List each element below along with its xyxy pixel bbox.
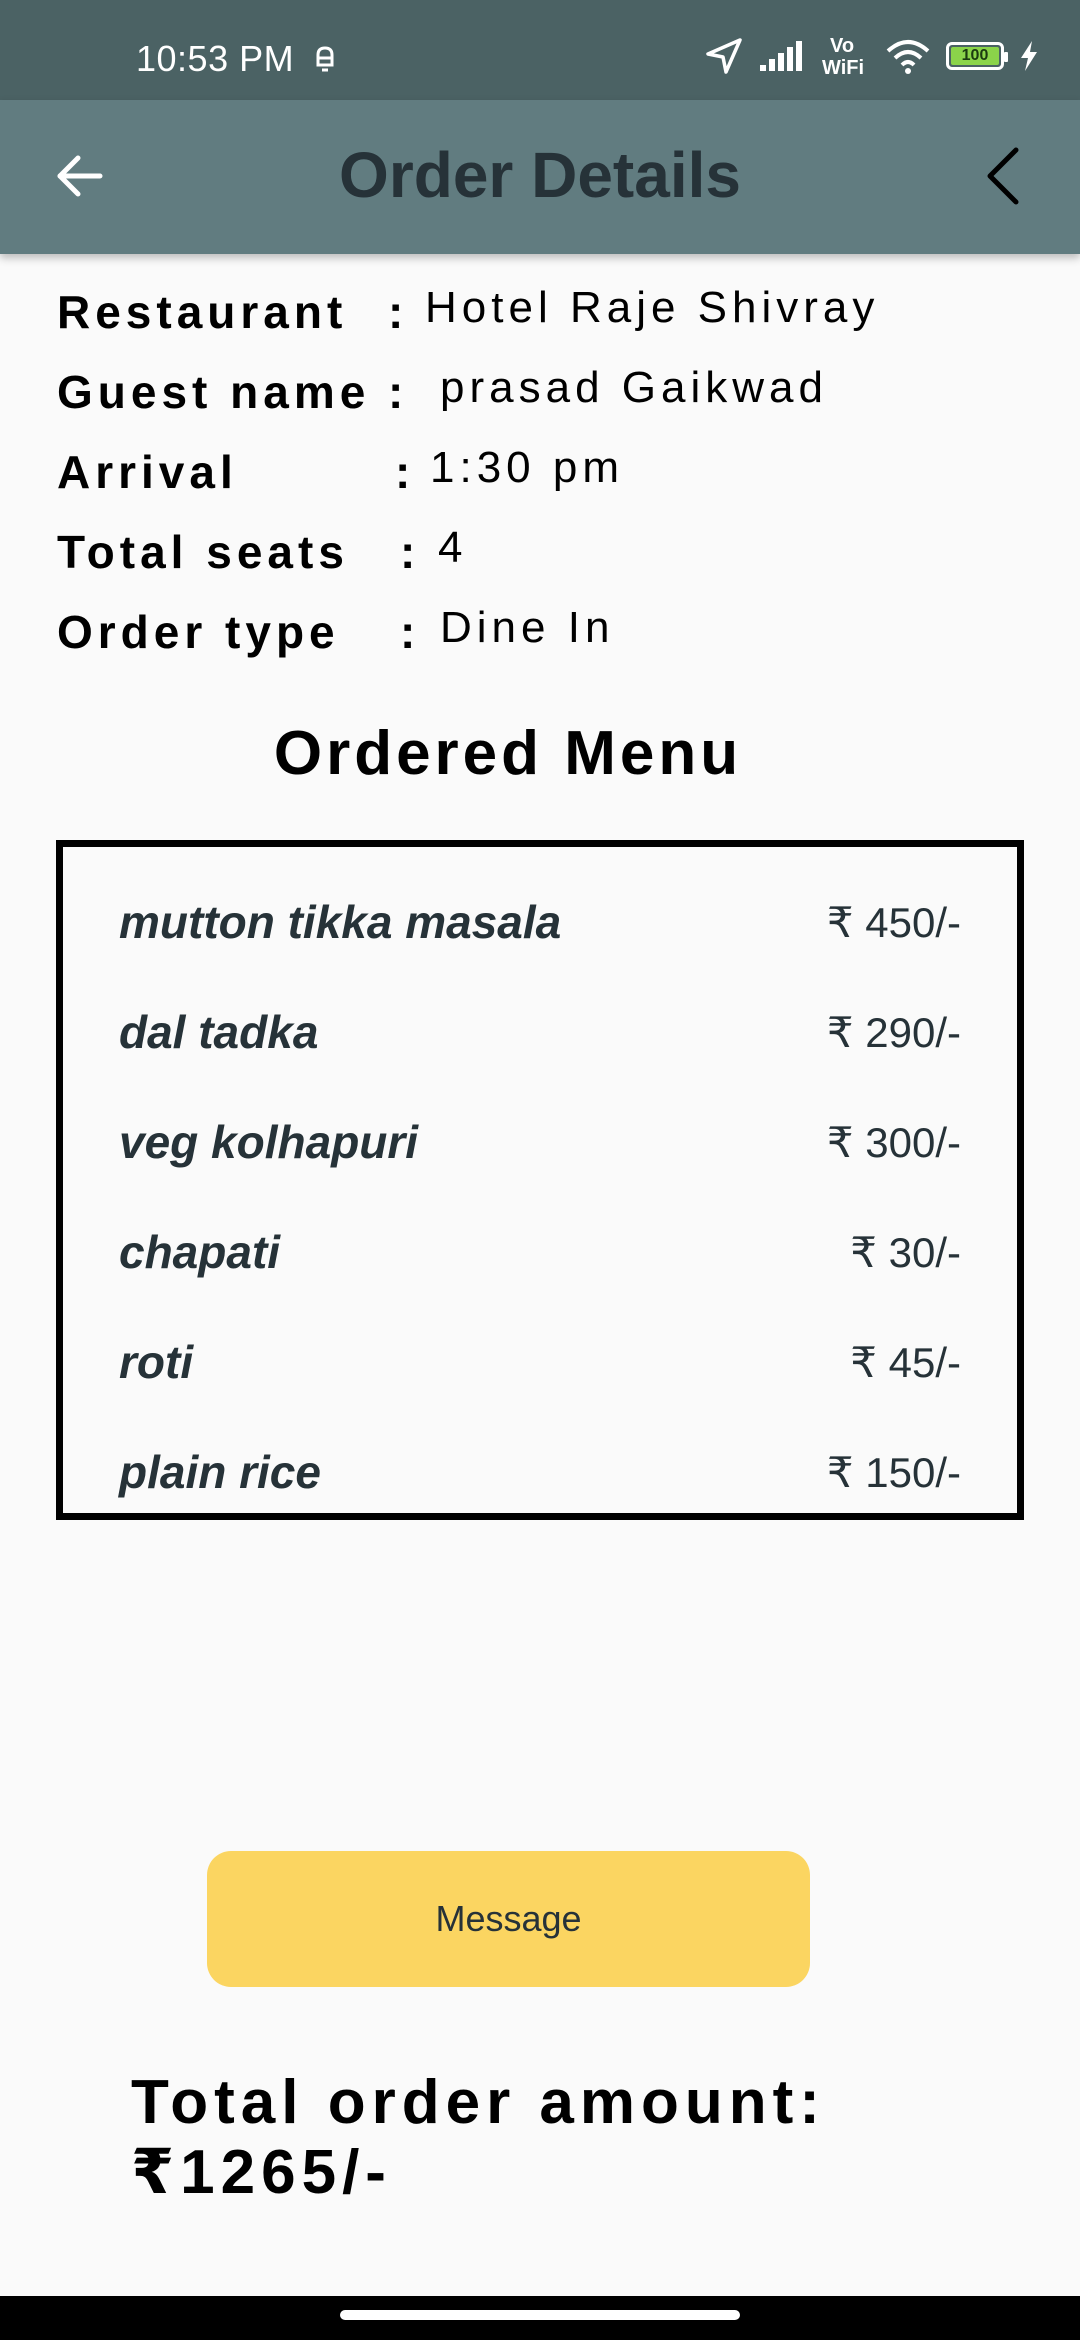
app-bar: Order Details <box>0 100 1080 254</box>
detail-separator: : <box>388 366 404 418</box>
chevron-back-button[interactable] <box>968 140 1040 212</box>
chevron-left-icon <box>987 147 1019 205</box>
status-icons: Vo WiFi 100 <box>704 34 1040 78</box>
menu-item-name: chapati <box>119 1226 281 1278</box>
status-time: 10:53 PM <box>136 38 295 79</box>
svg-text:WiFi: WiFi <box>822 57 864 78</box>
menu-item-price: ₹ 290/- <box>826 1008 961 1056</box>
status-bar: 10:53 PM Vo WiFi 100 <box>0 0 1080 100</box>
detail-value: Hotel Raje Shivray <box>425 283 880 332</box>
menu-item: roti ₹ 45/- <box>119 1327 961 1397</box>
system-nav-bar <box>0 2296 1080 2340</box>
detail-label: Guest name <box>57 366 371 418</box>
ordered-menu-list: mutton tikka masala ₹ 450/- dal tadka ₹ … <box>56 840 1024 1520</box>
detail-separator: : <box>395 446 411 498</box>
menu-item-name: veg kolhapuri <box>119 1116 419 1168</box>
menu-item-price: ₹ 450/- <box>826 898 961 946</box>
message-button[interactable]: Message <box>207 1851 810 1987</box>
detail-label: Restaurant <box>57 286 348 338</box>
menu-item: veg kolhapuri ₹ 300/- <box>119 1107 961 1177</box>
vowifi-icon: Vo WiFi <box>822 35 864 78</box>
menu-item-name: dal tadka <box>119 1006 319 1058</box>
menu-item-name: roti <box>119 1336 194 1388</box>
menu-item: plain rice ₹ 150/- <box>119 1437 961 1507</box>
battery-icon: 100 <box>946 42 1008 70</box>
menu-item-price: ₹ 150/- <box>826 1448 961 1496</box>
total-amount: ₹1265/- <box>131 2138 392 2207</box>
detail-value: Dine In <box>440 603 615 652</box>
total-label: Total order amount: <box>131 2068 826 2137</box>
menu-item: mutton tikka masala ₹ 450/- <box>119 887 961 957</box>
menu-item-price: ₹ 300/- <box>826 1118 961 1166</box>
detail-separator: : <box>400 606 416 658</box>
detail-value: 1:30 pm <box>430 443 624 492</box>
menu-item-price: ₹ 30/- <box>850 1228 961 1276</box>
lightning-icon <box>1021 41 1037 71</box>
menu-item-price: ₹ 45/- <box>850 1338 961 1386</box>
menu-item-name: plain rice <box>119 1446 321 1498</box>
detail-label: Order type <box>57 606 340 658</box>
menu-item-name: mutton tikka masala <box>119 896 562 948</box>
total-order-amount: Total order amount: ₹1265/- <box>131 2068 951 2208</box>
navigation-arrow-icon <box>706 38 742 74</box>
detail-value: prasad Gaikwad <box>440 363 828 412</box>
menu-item: dal tadka ₹ 290/- <box>119 997 961 1067</box>
home-indicator[interactable] <box>340 2310 740 2320</box>
menu-item: chapati ₹ 30/- <box>119 1217 961 1287</box>
svg-text:Vo: Vo <box>830 35 854 57</box>
detail-value: 4 <box>438 523 468 572</box>
detail-separator: : <box>400 526 416 578</box>
page-title: Order Details <box>339 139 741 211</box>
ordered-menu-heading: Ordered Menu <box>273 719 743 788</box>
wifi-icon <box>886 40 930 74</box>
signal-bars-icon <box>760 41 802 71</box>
detail-label: Total seats <box>57 526 349 578</box>
detail-label: Arrival <box>57 446 238 498</box>
battery-level: 100 <box>951 47 999 65</box>
bell-icon <box>316 46 334 72</box>
detail-separator: : <box>388 286 404 338</box>
